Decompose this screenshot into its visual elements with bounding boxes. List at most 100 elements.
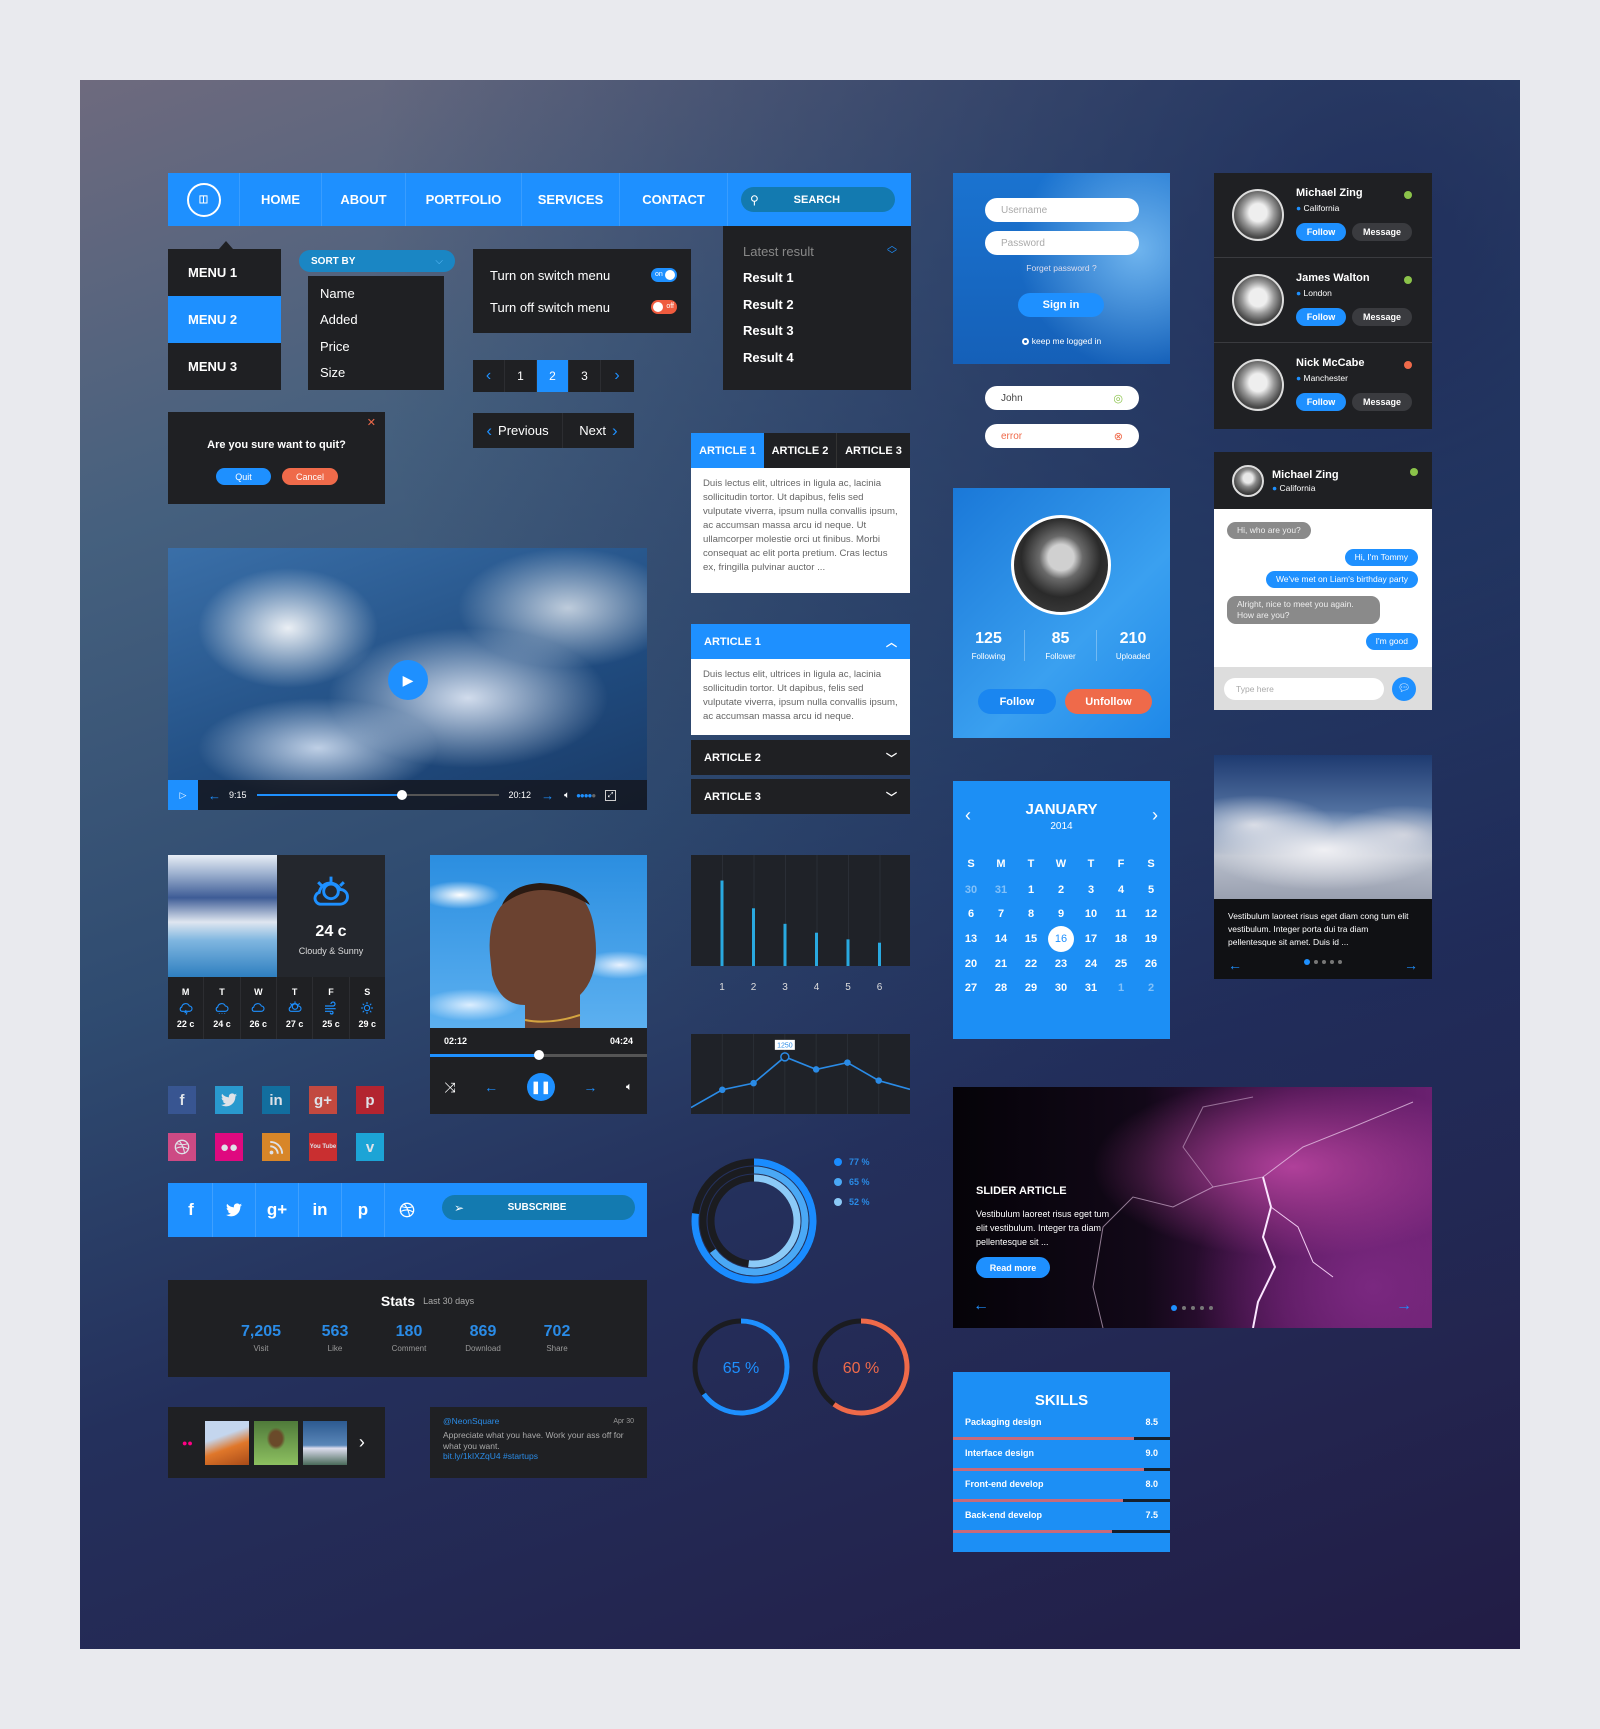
facebook-share-icon[interactable]: f bbox=[170, 1183, 213, 1237]
calendar-day[interactable]: 31 bbox=[1076, 982, 1106, 994]
calendar-day[interactable]: 29 bbox=[1016, 982, 1046, 994]
calendar-day[interactable]: 2 bbox=[1046, 884, 1076, 896]
sort-option-size[interactable]: Size bbox=[308, 360, 444, 387]
video-progress[interactable] bbox=[256, 790, 499, 800]
follow-button[interactable]: Follow bbox=[1296, 223, 1346, 241]
calendar-day[interactable]: 26 bbox=[1136, 958, 1166, 970]
result-item[interactable]: Result 1 bbox=[723, 265, 911, 292]
google-plus-icon[interactable]: g+ bbox=[309, 1086, 337, 1114]
dribbble-icon[interactable] bbox=[168, 1133, 196, 1161]
accordion-header-3[interactable]: ARTICLE 3 ﹀ bbox=[691, 779, 910, 814]
next-button[interactable]: Next › bbox=[563, 413, 634, 448]
calendar-day[interactable]: 25 bbox=[1106, 958, 1136, 970]
music-progress[interactable] bbox=[430, 1050, 647, 1060]
menu-item-1[interactable]: MENU 1 bbox=[168, 249, 281, 296]
calendar-day[interactable]: 14 bbox=[986, 933, 1016, 945]
slide-dot-active[interactable] bbox=[1304, 959, 1310, 965]
twitter-share-icon[interactable] bbox=[213, 1183, 256, 1237]
username-input[interactable]: Username bbox=[985, 198, 1139, 222]
calendar-day[interactable]: 30 bbox=[1046, 982, 1076, 994]
calendar-day[interactable]: 12 bbox=[1136, 908, 1166, 920]
slide-dot[interactable] bbox=[1314, 960, 1318, 964]
result-item[interactable]: Result 2 bbox=[723, 291, 911, 318]
data-point[interactable] bbox=[812, 1066, 820, 1073]
arrow-left-icon[interactable]: ← bbox=[208, 788, 221, 803]
calendar-day[interactable]: 5 bbox=[1136, 884, 1166, 896]
linkedin-share-icon[interactable]: in bbox=[299, 1183, 342, 1237]
calendar-day[interactable]: 7 bbox=[986, 908, 1016, 920]
chevron-right-icon[interactable]: › bbox=[601, 360, 633, 392]
follow-button[interactable]: Follow bbox=[1296, 393, 1346, 411]
tweet-link[interactable]: bit.ly/1kIXZqU4 #startups bbox=[443, 1451, 634, 1462]
message-button[interactable]: Message bbox=[1352, 393, 1412, 411]
previous-track-icon[interactable]: ← bbox=[484, 1079, 498, 1095]
data-point[interactable] bbox=[780, 1052, 790, 1062]
user-name[interactable]: Michael Zing bbox=[1296, 187, 1363, 199]
video-player[interactable]: ▶ ▷ ← 9:15 20:12 → 🔈︎ ●●●●● ⤢ bbox=[168, 548, 647, 810]
calendar-day[interactable]: 18 bbox=[1106, 933, 1136, 945]
arrow-right-icon[interactable]: → bbox=[1396, 1297, 1412, 1315]
page-3[interactable]: 3 bbox=[569, 360, 601, 392]
accordion-header-1[interactable]: ARTICLE 1 ︿ bbox=[691, 624, 910, 659]
arrow-left-icon[interactable]: ← bbox=[1228, 957, 1242, 973]
cancel-button[interactable]: Cancel bbox=[282, 468, 338, 485]
calendar-day[interactable]: 1 bbox=[1016, 884, 1046, 896]
sort-option-price[interactable]: Price bbox=[308, 333, 444, 360]
arrow-right-icon[interactable]: → bbox=[541, 788, 554, 803]
nav-about[interactable]: ABOUT bbox=[322, 173, 406, 226]
next-track-icon[interactable]: → bbox=[583, 1079, 597, 1095]
calendar-day[interactable]: 15 bbox=[1016, 933, 1046, 945]
chevron-right-icon[interactable]: › bbox=[359, 1432, 365, 1453]
rss-icon[interactable] bbox=[262, 1133, 290, 1161]
accordion-header-2[interactable]: ARTICLE 2 ﹀ bbox=[691, 740, 910, 775]
google-plus-share-icon[interactable]: g+ bbox=[256, 1183, 299, 1237]
nav-portfolio[interactable]: PORTFOLIO bbox=[406, 173, 522, 226]
pinterest-share-icon[interactable]: p bbox=[342, 1183, 385, 1237]
calendar-day-selected[interactable]: 16 bbox=[1048, 926, 1074, 952]
fullscreen-icon[interactable]: ⤢ bbox=[605, 789, 617, 801]
photo-thumbnail[interactable] bbox=[302, 1420, 347, 1465]
slide-dot[interactable] bbox=[1182, 1306, 1186, 1310]
remember-me[interactable]: keep me logged in bbox=[953, 336, 1170, 346]
message-button[interactable]: Message bbox=[1352, 308, 1412, 326]
sign-in-button[interactable]: Sign in bbox=[1018, 293, 1104, 317]
chevron-left-icon[interactable]: ‹ bbox=[473, 360, 505, 392]
linkedin-icon[interactable]: in bbox=[262, 1086, 290, 1114]
valid-input[interactable]: John ◎ bbox=[985, 386, 1139, 410]
calendar-day[interactable]: 23 bbox=[1046, 958, 1076, 970]
result-item[interactable]: Result 3 bbox=[723, 318, 911, 345]
previous-button[interactable]: ‹ Previous bbox=[473, 413, 563, 448]
flickr-icon[interactable]: ●● bbox=[215, 1133, 243, 1161]
page-1[interactable]: 1 bbox=[505, 360, 537, 392]
nav-contact[interactable]: CONTACT bbox=[620, 173, 728, 226]
calendar-day[interactable]: 13 bbox=[956, 933, 986, 945]
calendar-day[interactable]: 20 bbox=[956, 958, 986, 970]
user-name[interactable]: Nick McCabe bbox=[1296, 357, 1364, 369]
search-input[interactable]: ⚲ SEARCH bbox=[741, 187, 895, 212]
calendar-day[interactable]: 9 bbox=[1046, 908, 1076, 920]
shuffle-icon[interactable]: ⤨ bbox=[444, 1079, 455, 1096]
photo-thumbnail[interactable] bbox=[253, 1420, 298, 1465]
calendar-day[interactable]: 27 bbox=[956, 982, 986, 994]
calendar-day[interactable]: 17 bbox=[1076, 933, 1106, 945]
calendar-day[interactable]: 22 bbox=[1016, 958, 1046, 970]
page-2[interactable]: 2 bbox=[537, 360, 569, 392]
sort-by-dropdown[interactable]: SORT BY ⌵ bbox=[299, 250, 455, 272]
slide-dot-active[interactable] bbox=[1171, 1305, 1177, 1311]
slide-dot[interactable] bbox=[1191, 1306, 1195, 1310]
twitter-icon[interactable] bbox=[215, 1086, 243, 1114]
tab-article-3[interactable]: ARTICLE 3 bbox=[837, 433, 910, 468]
play-icon[interactable]: ▶ bbox=[388, 660, 428, 700]
nav-home[interactable]: HOME bbox=[240, 173, 322, 226]
pinterest-icon[interactable]: p bbox=[356, 1086, 384, 1114]
data-point[interactable] bbox=[750, 1079, 757, 1087]
menu-item-2[interactable]: MENU 2 bbox=[168, 296, 281, 343]
quit-button[interactable]: Quit bbox=[216, 468, 271, 485]
user-name[interactable]: James Walton bbox=[1296, 272, 1370, 284]
dribbble-share-icon[interactable] bbox=[385, 1183, 428, 1237]
data-point[interactable] bbox=[875, 1077, 882, 1084]
unfollow-button[interactable]: Unfollow bbox=[1065, 689, 1152, 714]
pause-icon[interactable]: ❚❚ bbox=[526, 1073, 555, 1101]
close-icon[interactable]: ✕ bbox=[367, 416, 376, 429]
toggle-on[interactable]: on bbox=[651, 268, 677, 282]
